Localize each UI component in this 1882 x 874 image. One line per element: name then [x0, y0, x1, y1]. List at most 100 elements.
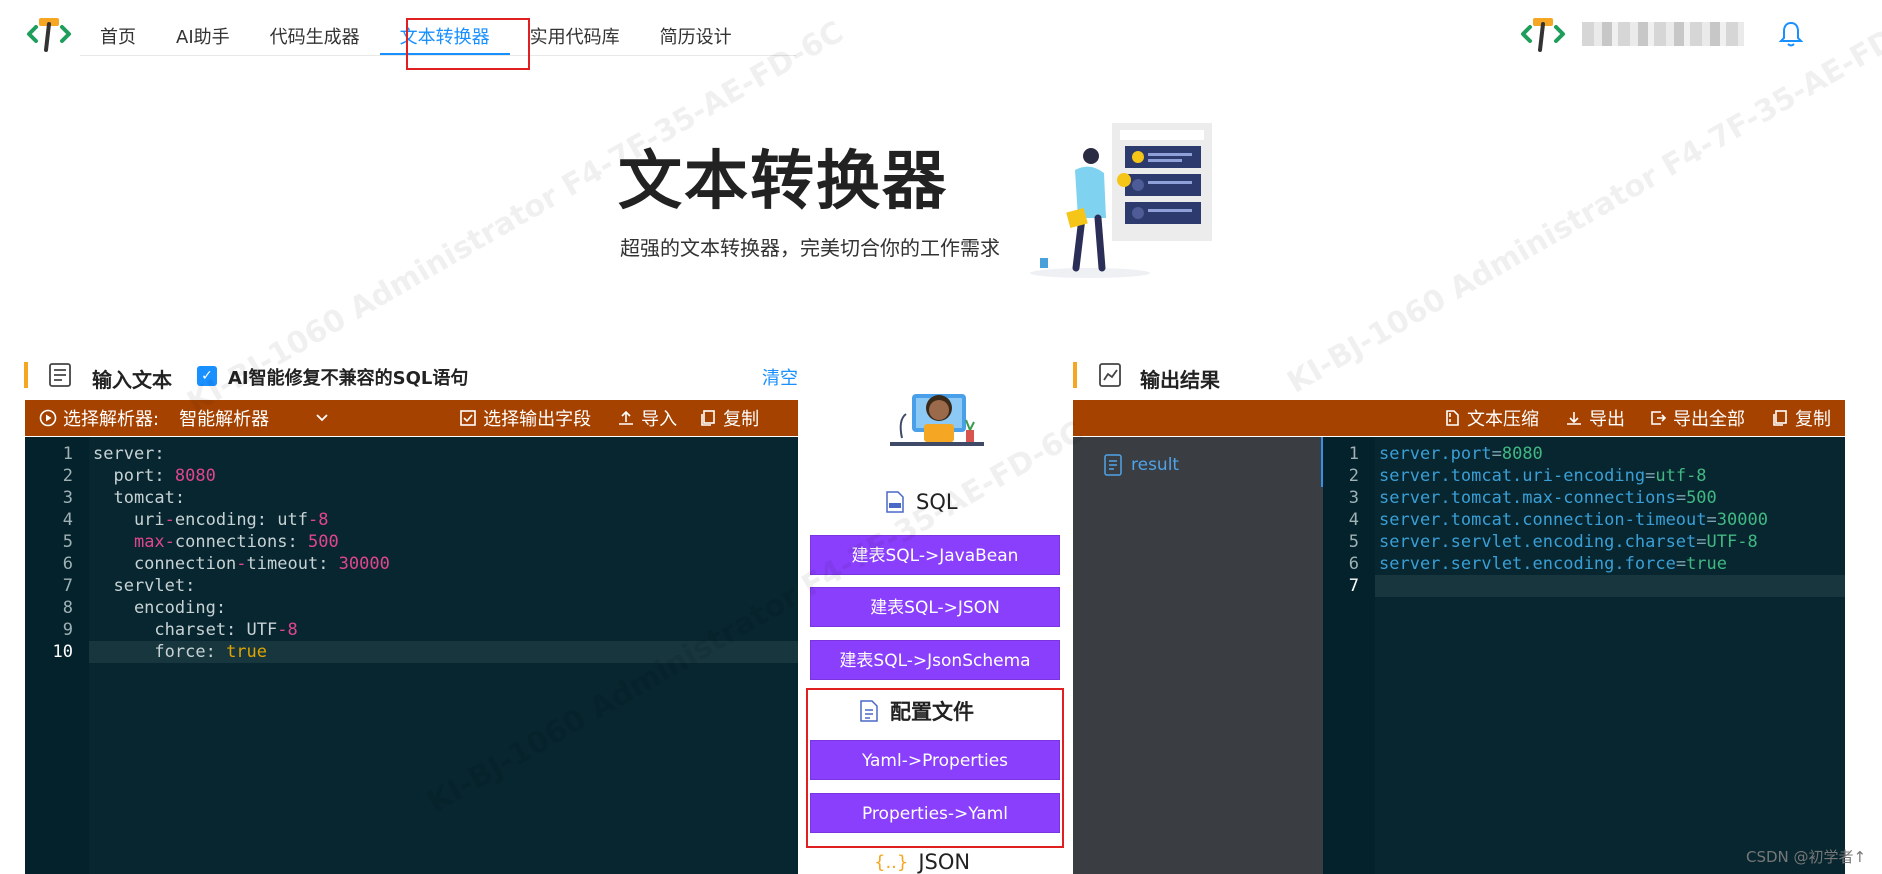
hero-illustration [1030, 123, 1212, 278]
sql-file-icon [886, 491, 904, 513]
export-icon [1651, 411, 1667, 425]
code-line: server: [93, 444, 165, 464]
code-line: force: true [93, 642, 268, 662]
output-toolbar: 文本压缩 导出 导出全部 复制 [1073, 400, 1845, 436]
line-number: 1 [62, 444, 73, 464]
output-line: server.tomcat.max-connections=500 [1379, 488, 1717, 508]
output-copy-button[interactable]: 复制 [1771, 405, 1831, 431]
input-section-bar [24, 362, 28, 388]
line-number: 7 [1348, 576, 1359, 596]
parser-value[interactable]: 智能解析器 [179, 405, 269, 431]
file-list-icon [1104, 454, 1122, 476]
sql-heading-label: SQL [916, 490, 958, 514]
yaml-to-properties-button[interactable]: Yaml->Properties [810, 740, 1060, 780]
line-number: 6 [1348, 554, 1359, 574]
select-fields-label: 选择输出字段 [483, 409, 592, 430]
output-section-title: 输出结果 [1140, 368, 1220, 392]
sql-to-jsonschema-button[interactable]: 建表SQL->JsonSchema [810, 640, 1060, 680]
code-line: connection-timeout: 30000 [93, 554, 390, 574]
nav-item-home[interactable]: 首页 [80, 22, 156, 55]
nav-item-ai-assistant[interactable]: AI助手 [156, 22, 250, 55]
import-button[interactable]: 导入 [617, 405, 677, 431]
output-section-bar [1073, 362, 1077, 388]
nav-item-code-generator[interactable]: 代码生成器 [250, 22, 380, 55]
output-line: server.port=8080 [1379, 444, 1543, 464]
code-line: tomcat: [93, 488, 186, 508]
copy-icon [1773, 410, 1787, 426]
parser-label: 选择解析器: [63, 409, 160, 430]
input-copy-button[interactable]: 复制 [699, 405, 759, 431]
checkbox-icon [460, 410, 476, 426]
parser-selector[interactable]: 选择解析器: 智能解析器 [39, 405, 331, 431]
code-line: max-connections: 500 [133, 532, 339, 552]
line-number: 6 [62, 554, 73, 574]
line-number: 5 [62, 532, 73, 552]
nav-item-resume-design[interactable]: 简历设计 [640, 22, 752, 55]
compress-button[interactable]: 文本压缩 [1443, 405, 1539, 431]
export-all-button[interactable]: 导出全部 [1649, 405, 1745, 431]
line-number: 4 [1348, 510, 1359, 530]
robot-illustration [890, 394, 984, 446]
code-line: encoding: [93, 598, 227, 618]
line-number: 4 [62, 510, 73, 530]
line-number: 1 [1348, 444, 1359, 464]
document-icon [49, 363, 71, 387]
chevron-down-icon[interactable] [313, 409, 331, 427]
code-line: uri-encoding: utf-8 [93, 510, 329, 530]
output-line: server.tomcat.connection-timeout=30000 [1379, 510, 1768, 530]
input-toolbar: 选择解析器: 智能解析器 选择输出字段 导入 复制 [25, 400, 798, 436]
clear-link[interactable]: 清空 [762, 364, 798, 390]
export-button[interactable]: 导出 [1565, 405, 1625, 431]
sql-heading: SQL [884, 490, 958, 514]
code-line: servlet: [93, 576, 196, 596]
export-all-label: 导出全部 [1673, 409, 1745, 430]
tree-item-result[interactable]: result [1103, 453, 1179, 477]
line-number: 10 [52, 642, 73, 662]
code-line: port: 8080 [93, 466, 216, 486]
user-logo-icon[interactable] [1520, 14, 1566, 54]
output-file-tree: result [1073, 437, 1323, 874]
user-name-blurred[interactable] [1582, 22, 1744, 46]
output-line: server.tomcat.uri-encoding=utf-8 [1379, 466, 1707, 486]
page-subtitle: 超强的文本转换器，完美切合你的工作需求 [620, 236, 1000, 260]
json-heading: {..} JSON [874, 850, 970, 874]
line-number: 7 [62, 576, 73, 596]
output-line: server.servlet.encoding.force=true [1379, 554, 1728, 574]
brand-logo-icon[interactable] [26, 14, 72, 54]
config-file-icon [860, 700, 878, 722]
output-copy-label: 复制 [1795, 409, 1831, 430]
output-editor[interactable]: 1 2 3 4 5 6 7 server.port=8080 server.to… [1323, 437, 1845, 874]
chart-doc-icon [1099, 363, 1121, 387]
sql-to-javabean-button[interactable]: 建表SQL->JavaBean [810, 535, 1060, 575]
line-number: 2 [1348, 466, 1359, 486]
file-icon [1446, 410, 1459, 426]
input-editor[interactable]: 1 2 3 4 5 6 7 8 9 10 server: port: 8080 … [25, 437, 798, 874]
export-label: 导出 [1589, 409, 1625, 430]
select-fields-button[interactable]: 选择输出字段 [459, 405, 591, 431]
download-icon [1567, 412, 1581, 425]
config-heading-label: 配置文件 [890, 700, 974, 724]
footer-credit: CSDN @初学者↑ [1746, 848, 1867, 866]
json-braces-icon: {..} [874, 851, 909, 873]
ai-fix-checkbox[interactable]: ✓ [197, 366, 217, 386]
bell-icon[interactable] [1778, 20, 1804, 48]
sql-to-json-button[interactable]: 建表SQL->JSON [810, 587, 1060, 627]
copy-icon [701, 410, 715, 426]
line-number: 5 [1348, 532, 1359, 552]
page-title: 文本转换器 [618, 145, 948, 219]
line-number: 3 [1348, 488, 1359, 508]
input-section-title: 输入文本 [92, 368, 172, 392]
line-number: 3 [62, 488, 73, 508]
line-number: 2 [62, 466, 73, 486]
tree-item-label: result [1131, 455, 1180, 475]
ai-fix-label[interactable]: AI智能修复不兼容的SQL语句 [228, 364, 468, 390]
code-line: charset: UTF-8 [93, 620, 298, 640]
input-copy-label: 复制 [723, 409, 760, 430]
nav-highlight-box [406, 18, 530, 70]
properties-to-yaml-button[interactable]: Properties->Yaml [810, 793, 1060, 833]
json-heading-label: JSON [918, 850, 971, 874]
config-heading: 配置文件 [858, 696, 974, 726]
line-number: 9 [62, 620, 73, 640]
play-circle-icon [39, 409, 57, 427]
active-line-highlight [1375, 575, 1845, 597]
